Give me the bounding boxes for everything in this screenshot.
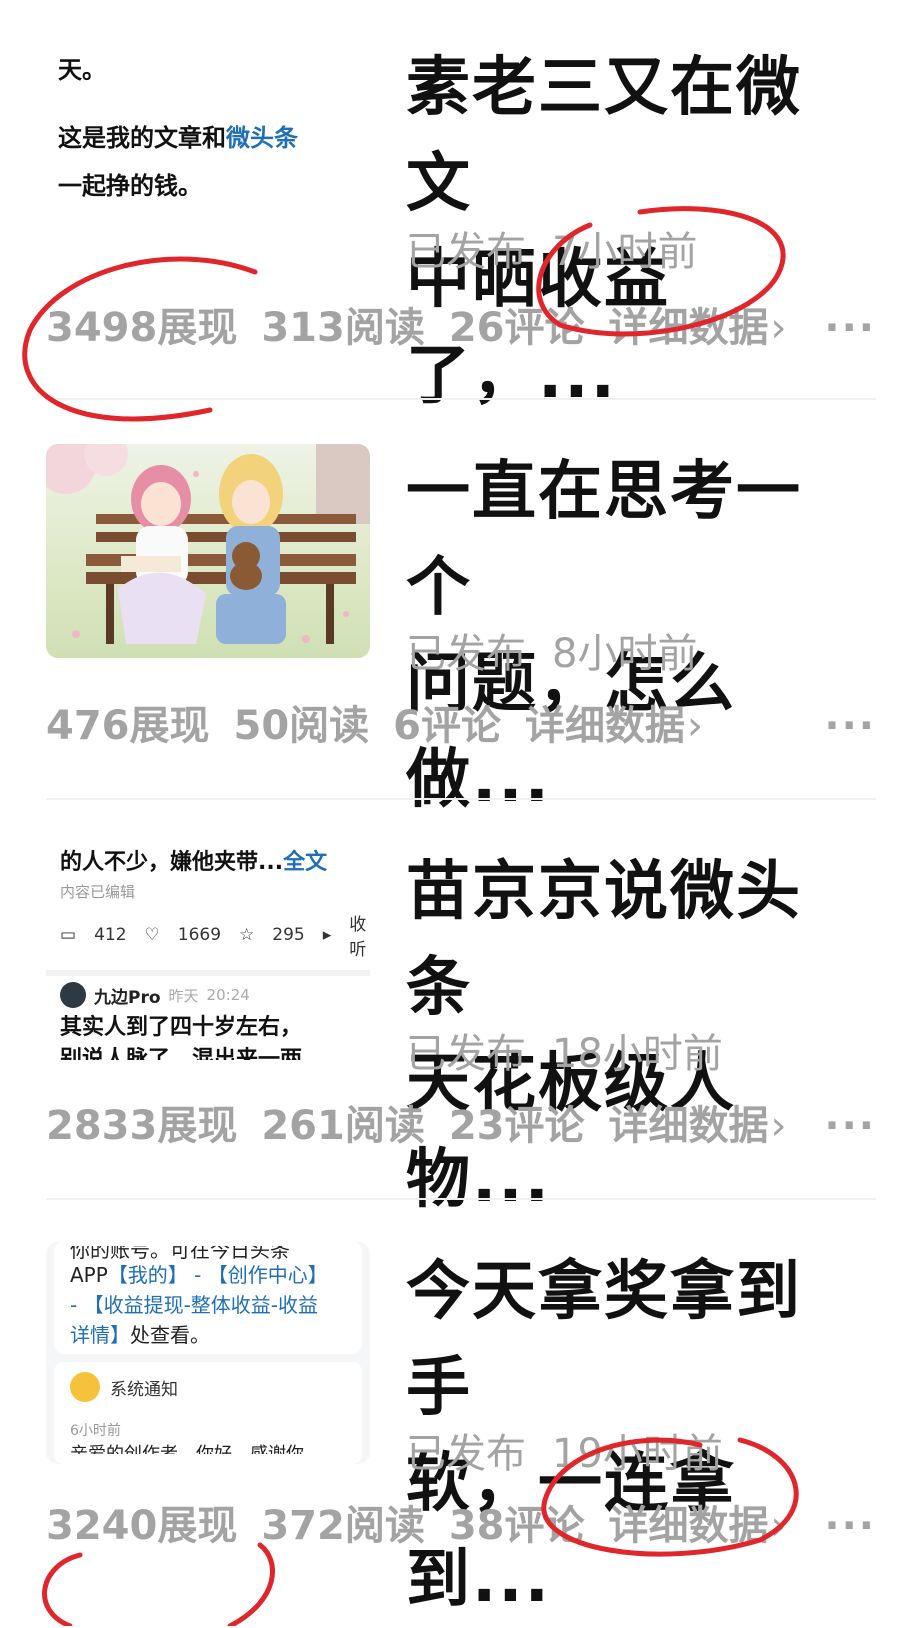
more-icon[interactable]: ··· [824,298,876,358]
thumb-snippet: 的人不少，嫌他夹带...全文 [46,846,370,880]
comment-icon: ▭ [60,925,77,945]
more-icon[interactable]: ··· [824,1496,876,1556]
comments-count: 38评论 [448,1503,585,1549]
thumb-text: 一起挣的钱。 [58,172,202,200]
thumb-text-part: APP [70,1263,108,1287]
thumb-text: APP【我的】 - 【创作中心】 [70,1260,346,1290]
publish-status: 已发布 [406,229,526,275]
publish-time: 8小时前 [552,631,698,677]
thumb-link: - 【收益提现-整体收益-收益 [70,1293,319,1317]
chevron-right-icon: › [770,1503,787,1549]
article-card[interactable]: 一直在思考一个 问题，怎么做... 已发布 8小时前 476展现 50阅读 6评论 详细… [0,400,917,817]
article-card[interactable]: 你的账号。可在今日头条 APP【我的】 - 【创作中心】 - 【收益提现-整体收… [0,1200,917,1626]
publish-time: 19小时前 [552,1431,723,1477]
detail-data-link[interactable]: 详细数据 [609,1503,769,1549]
thumb-link: 【我的】 [107,1263,188,1287]
thumb-actions: ▭ 412 ♡ 1669 ☆ 295 ▸ 收听 [46,904,370,966]
impressions-count: 3240展现 [46,1503,238,1549]
more-icon[interactable]: ··· [824,1096,876,1156]
article-stats: 3498展现 313阅读 26评论 详细数据› ··· [46,298,876,358]
thumb-body: 其实人到了四十岁左右， [60,1015,303,1040]
article-thumbnail[interactable]: 天。 这是我的文章和微头条 一起挣的钱。 [46,40,394,240]
comments-count: 26评论 [448,305,585,351]
article-thumbnail[interactable]: 的人不少，嫌他夹带...全文 内容已编辑 ▭ 412 ♡ 1669 ☆ 295 ▸ 收听… [46,840,370,1062]
star-icon: ☆ [239,925,255,945]
comment-count: 412 [94,925,127,945]
detail-data-link[interactable]: 详细数据 [609,305,769,351]
impressions-count: 476展现 [46,703,210,749]
avatar [60,982,86,1008]
thumb-author: 九边Pro 昨天 20:24 [46,982,370,1008]
play-icon: ▸ [322,925,332,945]
thumb-link: 【创作中心】 [207,1263,328,1287]
chevron-right-icon: › [770,1103,787,1149]
detail-data-link[interactable]: 详细数据 [609,1103,769,1149]
article-meta: 已发布 7小时前 [406,228,697,276]
thumb-link: 详情】 [70,1323,130,1347]
thumb-link: - [187,1263,208,1287]
edited-label: 内容已编辑 [60,883,136,901]
notice-row: 系统通知 [70,1372,346,1402]
thumb-separator [46,970,370,976]
impressions-count: 2833展现 [46,1103,238,1149]
thumb-text-part: 处查看。 [130,1323,210,1347]
article-stats: 2833展现 261阅读 23评论 详细数据› ··· [46,1096,876,1156]
article-stats: 3240展现 372阅读 38评论 详细数据› ··· [46,1496,876,1556]
chevron-right-icon: › [770,305,787,351]
thumb-snippet-text: 的人不少，嫌他夹带... [60,850,284,875]
chevron-right-icon: › [687,703,704,749]
thumb-text: 你的账号。可在今日头条 [70,1246,290,1260]
notice-label: 系统通知 [110,1379,178,1400]
publish-status: 已发布 [406,1031,526,1077]
system-notice: 系统通知 6小时前 亲爱的创作者，你好，感谢你 [54,1362,362,1464]
bell-icon [70,1372,100,1402]
thumb-body: 别说人脉了，混出来一两 [60,1047,303,1060]
like-icon: ♡ [144,925,160,945]
article-thumbnail[interactable]: 你的账号。可在今日头条 APP【我的】 - 【创作中心】 - 【收益提现-整体收… [46,1242,370,1464]
reads-count: 50阅读 [233,703,370,749]
illustration-image [46,444,370,644]
publish-status: 已发布 [406,631,526,677]
reads-count: 372阅读 [261,1503,425,1549]
thumb-text: 天。 [58,56,106,84]
article-thumbnail[interactable] [46,444,370,658]
article-meta: 已发布 19小时前 [406,1430,723,1478]
detail-data-link[interactable]: 详细数据 [525,703,685,749]
thumb-text: 这是我的文章和微头条 [58,114,382,162]
thumb-text: 详情】处查看。 [70,1320,346,1350]
more-icon[interactable]: ··· [824,696,876,756]
thumb-link: 微头条 [226,124,298,152]
article-card[interactable]: 的人不少，嫌他夹带...全文 内容已编辑 ▭ 412 ♡ 1669 ☆ 295 ▸ 收听… [0,800,917,1217]
author-name: 九边Pro [94,987,161,1008]
article-meta: 已发布 18小时前 [406,1030,723,1078]
author-clock: 20:24 [206,986,250,1004]
notice-time: 6小时前 [70,1423,121,1439]
publish-time: 18小时前 [552,1031,723,1077]
impressions-count: 3498展现 [46,305,238,351]
article-card[interactable]: 天。 这是我的文章和微头条 一起挣的钱。 素老三又在微文 中晒收益了，... 已… [0,0,917,413]
like-count: 1669 [177,925,222,945]
publish-status: 已发布 [406,1431,526,1477]
author-day: 昨天 [168,986,199,1005]
notice-text: 亲爱的创作者，你好，感谢你 [70,1440,346,1454]
reads-count: 261阅读 [261,1103,425,1149]
listen-label: 收听 [349,915,367,960]
thumb-text-part: 这是我的文章和 [58,124,226,152]
thumb-message: 你的账号。可在今日头条 APP【我的】 - 【创作中心】 - 【收益提现-整体收… [54,1242,362,1354]
article-stats: 476展现 50阅读 6评论 详细数据› ··· [46,696,876,756]
comments-count: 6评论 [393,703,502,749]
publish-time: 7小时前 [552,229,698,275]
reads-count: 313阅读 [261,305,425,351]
article-meta: 已发布 8小时前 [406,630,697,678]
full-text-link: 全文 [283,850,328,875]
comments-count: 23评论 [448,1103,585,1149]
fav-count: 295 [272,925,305,945]
